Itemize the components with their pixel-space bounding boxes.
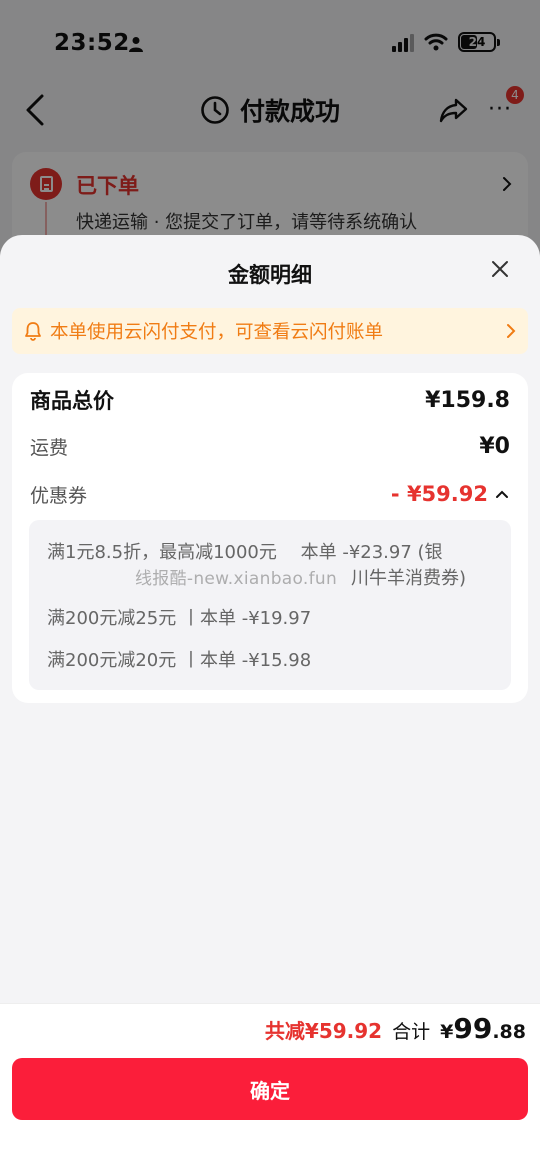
watermark-text: 线报酷-new.xianbao.fun xyxy=(135,569,338,589)
coupon-detail-list: 满1元8.5折，最高减1000元 本单 -¥23.97 (银 线报酷-new.x… xyxy=(29,520,511,690)
total-label: 合计 xyxy=(392,1021,431,1043)
total-integer: 99 xyxy=(453,1012,493,1045)
coupon-value: - ¥59.92 xyxy=(390,482,488,506)
coupon-line-continued: 川牛羊消费券) xyxy=(351,568,467,589)
amount-detail-card: 商品总价 ¥159.8 运费 ¥0 优惠券 - ¥59.92 满1元8.5折，最… xyxy=(12,373,528,703)
sheet-footer: 共减¥59.92 合计 ¥ 99 .88 确定 xyxy=(0,1003,540,1174)
close-icon[interactable] xyxy=(488,257,512,281)
coupon-label: 优惠券 xyxy=(30,484,88,507)
summary-row: 共减¥59.92 合计 ¥ 99 .88 xyxy=(265,1012,526,1045)
coupon-row[interactable]: 优惠券 - ¥59.92 xyxy=(30,477,510,511)
chevron-right-icon xyxy=(507,324,516,338)
sheet-header: 金额明细 xyxy=(0,235,540,305)
shipping-value: ¥0 xyxy=(479,433,510,459)
goods-total-value: ¥159.8 xyxy=(425,387,510,413)
sheet-title: 金额明细 xyxy=(228,263,312,287)
goods-total-row: 商品总价 ¥159.8 xyxy=(30,383,510,417)
goods-total-label: 商品总价 xyxy=(30,389,114,413)
shipping-row: 运费 ¥0 xyxy=(30,429,510,463)
coupon-line: 满200元减20元 丨本单 -¥15.98 xyxy=(47,650,312,671)
screen: 23:52 24 付款成功 ··· 4 已下单 快递运输 · 您提交了订单，请等… xyxy=(0,0,540,1174)
total-decimal: .88 xyxy=(492,1021,526,1043)
coupon-line: 满200元减25元 丨本单 -¥19.97 xyxy=(47,608,312,629)
payment-notice-banner[interactable]: 本单使用云闪付支付，可查看云闪付账单 xyxy=(12,308,528,354)
notice-text: 本单使用云闪付支付，可查看云闪付账单 xyxy=(50,322,384,343)
coupon-line: 满1元8.5折，最高减1000元 本单 -¥23.97 (银 xyxy=(47,542,443,563)
total-saved: 共减¥59.92 xyxy=(264,1019,383,1043)
coupon-toggle[interactable]: - ¥59.92 xyxy=(391,482,510,506)
total-currency: ¥ xyxy=(440,1021,454,1043)
total-amount: ¥ 99 .88 xyxy=(440,1012,526,1045)
confirm-button[interactable]: 确定 xyxy=(12,1058,528,1120)
chevron-up-icon xyxy=(496,490,508,498)
shipping-label: 运费 xyxy=(30,436,69,459)
bell-icon xyxy=(25,322,41,341)
amount-detail-sheet: 金额明细 本单使用云闪付支付，可查看云闪付账单 商品总价 ¥159.8 运费 ¥… xyxy=(0,235,540,1174)
